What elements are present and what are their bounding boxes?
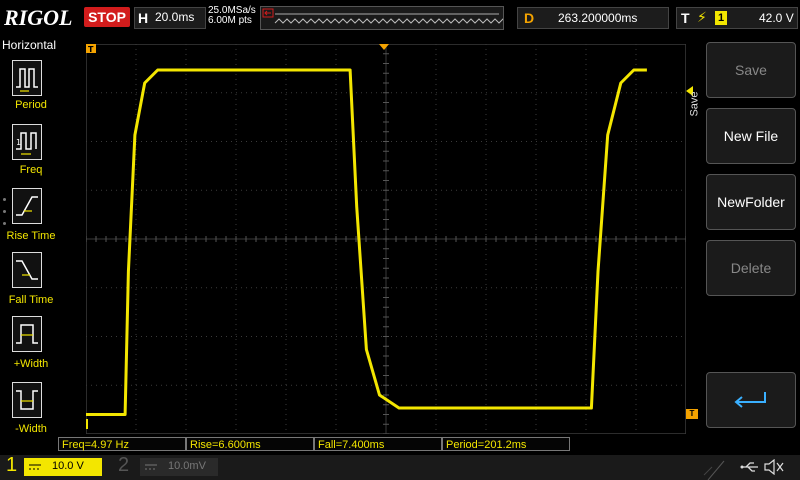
- negative-width-label: -Width: [15, 423, 47, 435]
- measurement-results-bar: Freq=4.97 Hz Rise=6.600ms Fall=7.400ms P…: [58, 437, 688, 453]
- save-menu-panel: Save Save New File NewFolder Delete: [686, 38, 800, 440]
- new-folder-button[interactable]: NewFolder: [706, 174, 796, 230]
- acquisition-info: 25.0MSa/s 6.00M pts: [208, 6, 256, 26]
- ch1-number[interactable]: 1: [6, 454, 17, 477]
- horizontal-label: H: [138, 10, 149, 26]
- positive-width-icon: [16, 324, 38, 344]
- fall-measurement: Fall=7.400ms: [314, 437, 442, 451]
- freq-label: Freq: [19, 164, 43, 176]
- dc-coupling-icon: [145, 464, 157, 470]
- rise-time-icon: [16, 196, 38, 216]
- usb-icon: [740, 462, 758, 472]
- run-stop-indicator[interactable]: STOP: [84, 7, 130, 27]
- frequency-icon: 1: [16, 132, 37, 155]
- return-arrow-icon: [734, 392, 766, 408]
- ch1-ground-marker-icon[interactable]: [86, 419, 88, 429]
- trigger-settings-box[interactable]: T ⚡ 1 42.0 V: [676, 7, 798, 29]
- period-icon: [16, 68, 38, 92]
- svg-text:1: 1: [16, 138, 21, 147]
- trigger-level-value: 42.0 V: [759, 11, 794, 25]
- top-status-bar: RIGOL STOP H 20.0ms 25.0MSa/s 6.00M pts …: [0, 0, 800, 36]
- menu-scroll-dots-icon: [3, 198, 6, 234]
- ch2-scale-box[interactable]: 10.0mV: [140, 458, 218, 476]
- rise-measurement: Rise=6.600ms: [186, 437, 314, 451]
- positive-width-label: +Width: [13, 358, 49, 370]
- graticule: [86, 44, 686, 434]
- freq-measurement: Freq=4.97 Hz: [58, 437, 186, 451]
- ch2-scale-value: 10.0mV: [168, 460, 206, 472]
- save-menu-title: Save: [688, 91, 701, 117]
- horizontal-timebase-box[interactable]: H 20.0ms: [134, 7, 206, 29]
- ch1-scale-box[interactable]: 10.0 V: [24, 458, 102, 476]
- frequency-measure-button[interactable]: 1: [12, 124, 42, 160]
- period-measurement: Period=201.2ms: [442, 437, 570, 451]
- ch1-waveform-trace: [86, 68, 647, 416]
- memory-depth: 6.00M pts: [208, 15, 252, 26]
- rising-edge-icon: ⚡: [697, 9, 707, 25]
- delete-button[interactable]: Delete: [706, 240, 796, 296]
- dc-coupling-icon: [29, 464, 41, 470]
- rise-time-measure-button[interactable]: [12, 188, 42, 224]
- ch1-scale-value: 10.0 V: [52, 460, 84, 472]
- delay-label: D: [524, 10, 535, 26]
- ch2-number[interactable]: 2: [118, 454, 129, 477]
- measure-menu-title: Horizontal: [2, 38, 57, 52]
- memory-overview-strip: [260, 6, 524, 30]
- trigger-source-badge: 1: [715, 11, 727, 25]
- channel-status-bar: 1 10.0 V 2 10.0mV: [0, 454, 800, 480]
- trigger-label: T: [681, 10, 690, 26]
- fall-time-label: Fall Time: [8, 294, 54, 306]
- return-button[interactable]: [706, 372, 796, 428]
- fall-time-measure-button[interactable]: [12, 252, 42, 288]
- memory-overview-waveform-icon: [262, 8, 524, 24]
- delay-value: 263.200000ms: [558, 11, 638, 25]
- trigger-time-marker-icon[interactable]: [379, 44, 389, 50]
- new-file-button[interactable]: New File: [706, 108, 796, 164]
- trigger-delay-box[interactable]: D 263.200000ms: [517, 7, 669, 29]
- save-button[interactable]: Save: [706, 42, 796, 98]
- fall-time-icon: [16, 260, 38, 280]
- period-measure-button[interactable]: [12, 60, 42, 96]
- negative-width-measure-button[interactable]: [12, 382, 42, 418]
- speaker-muted-icon[interactable]: [763, 459, 785, 475]
- measure-menu-panel: Horizontal Period 1 Freq Rise Time Fall …: [0, 38, 60, 440]
- waveform-display[interactable]: T: [86, 44, 686, 434]
- rise-time-label: Rise Time: [6, 230, 56, 242]
- period-label: Period: [15, 99, 47, 111]
- timebase-value: 20.0ms: [155, 10, 195, 24]
- negative-width-icon: [16, 390, 38, 410]
- positive-width-measure-button[interactable]: [12, 316, 42, 352]
- brand-logo: RIGOL: [4, 5, 73, 30]
- svg-text:T: T: [88, 45, 94, 54]
